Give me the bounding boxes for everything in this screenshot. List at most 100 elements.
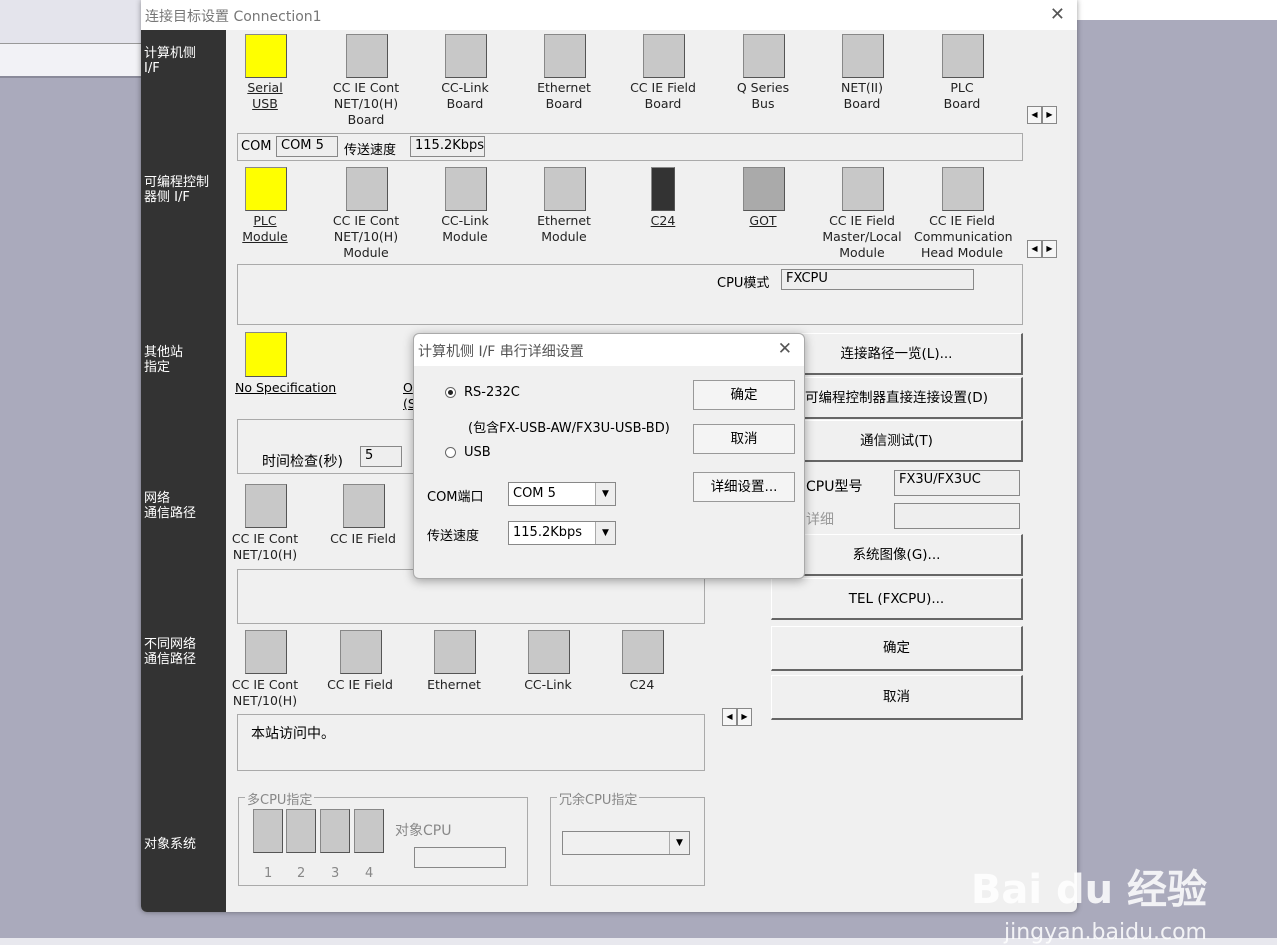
chevron-down-icon: ▼: [595, 522, 615, 544]
cancel-button[interactable]: 取消: [771, 675, 1023, 720]
pc-if-icon-3[interactable]: [544, 34, 586, 78]
network-route-icon[interactable]: [343, 484, 385, 528]
pc-if-icon-0[interactable]: [245, 34, 287, 78]
speed-value: 115.2Kbps: [513, 525, 583, 540]
section-target-system: 对象系统: [144, 837, 197, 852]
plc-if-label[interactable]: C24: [615, 213, 711, 229]
route-list-button[interactable]: 连接路径一览(L)...: [771, 333, 1023, 375]
direct-connection-button[interactable]: 可编程控制器直接连接设置(D): [771, 377, 1023, 419]
plc-if-label[interactable]: GOT: [715, 213, 811, 229]
cpu-slot-2[interactable]: [286, 809, 316, 853]
pc-if-icon-5[interactable]: [743, 34, 785, 78]
plc-if-label[interactable]: CC IE Field Communication Head Module: [914, 213, 1013, 261]
redundant-cpu-select[interactable]: ▼: [562, 831, 690, 855]
chevron-down-icon: ▼: [595, 483, 615, 505]
plc-if-label[interactable]: Ethernet Module: [516, 213, 612, 245]
pc-if-label[interactable]: CC-Link Board: [417, 80, 513, 112]
pc-if-label[interactable]: Ethernet Board: [516, 80, 612, 112]
plc-if-icon-2[interactable]: [445, 167, 487, 211]
diff-network-icon[interactable]: [434, 630, 476, 674]
diff-network-label[interactable]: Ethernet: [406, 677, 502, 693]
com-port-value: COM 5: [513, 486, 556, 501]
pc-if-icon-2[interactable]: [445, 34, 487, 78]
cpu-mode-value: FXCPU: [781, 269, 974, 290]
no-specification-label[interactable]: No Specification: [235, 380, 336, 395]
network-route-label[interactable]: CC IE Cont NET/10(H): [217, 531, 313, 563]
cpu-slot-1[interactable]: [253, 809, 283, 853]
diff-network-scroll[interactable]: ◀ ▶: [722, 708, 752, 726]
speed-label: 传送速度: [427, 529, 480, 544]
plc-if-icon-3[interactable]: [544, 167, 586, 211]
ok-button[interactable]: 确定: [771, 626, 1023, 671]
background-strip: [1077, 0, 1277, 20]
speed-select[interactable]: 115.2Kbps ▼: [508, 521, 616, 545]
pc-if-scroll[interactable]: ◀ ▶: [1027, 106, 1057, 124]
section-plc-if: 可编程控制 器侧 I/F: [144, 175, 210, 205]
plc-if-icon-4[interactable]: [651, 167, 675, 211]
plc-if-label[interactable]: CC-Link Module: [417, 213, 513, 245]
plc-if-icon-1[interactable]: [346, 167, 388, 211]
diff-network-icon[interactable]: [340, 630, 382, 674]
sidebar: 计算机侧 I/F 可编程控制 器侧 I/F 其他站 指定 网络 通信路径 不同网…: [141, 30, 226, 912]
serial-settings-dialog: 计算机侧 I/F 串行详细设置 ✕ RS-232C (包含FX-USB-AW/F…: [413, 333, 805, 579]
diff-network-label[interactable]: CC-Link: [500, 677, 596, 693]
usb-label[interactable]: USB: [464, 445, 491, 460]
cpu-slot-4[interactable]: [354, 809, 384, 853]
rs232-note: (包含FX-USB-AW/FX3U-USB-BD): [468, 421, 670, 436]
cpu-slot-number: 3: [331, 866, 340, 881]
plc-if-scroll[interactable]: ◀ ▶: [1027, 240, 1057, 258]
diff-network-label[interactable]: CC IE Cont NET/10(H): [217, 677, 313, 709]
pc-if-label[interactable]: CC IE Cont NET/10(H) Board: [318, 80, 414, 128]
com-label: COM: [241, 139, 272, 154]
rs232-label[interactable]: RS-232C: [464, 385, 520, 400]
system-image-button[interactable]: 系统图像(G)...: [771, 534, 1023, 576]
connection-test-button[interactable]: 通信测试(T): [771, 420, 1023, 462]
network-route-label[interactable]: CC IE Field: [315, 531, 411, 547]
diff-network-icon[interactable]: [622, 630, 664, 674]
pc-if-label[interactable]: Q Series Bus: [715, 80, 811, 112]
usb-radio[interactable]: [445, 447, 456, 458]
dialog-detail-button[interactable]: 详细设置...: [693, 472, 795, 502]
pc-if-label[interactable]: Serial USB: [217, 80, 313, 112]
plc-if-icon-7[interactable]: [942, 167, 984, 211]
plc-if-icon-6[interactable]: [842, 167, 884, 211]
time-check-input[interactable]: 5: [360, 446, 402, 467]
com-value: COM 5: [276, 136, 338, 157]
speed-label: 传送速度: [344, 143, 397, 158]
pc-if-label[interactable]: NET(II) Board: [814, 80, 910, 112]
diff-network-icon[interactable]: [528, 630, 570, 674]
network-route-icon[interactable]: [245, 484, 287, 528]
plc-if-label[interactable]: CC IE Cont NET/10(H) Module: [318, 213, 414, 261]
pc-if-icon-4[interactable]: [643, 34, 685, 78]
plc-if-icon-5[interactable]: [743, 167, 785, 211]
rs232-radio[interactable]: [445, 387, 456, 398]
dialog-ok-button[interactable]: 确定: [693, 380, 795, 410]
detail-value: [894, 503, 1020, 529]
close-icon[interactable]: ✕: [1050, 4, 1065, 25]
tel-button[interactable]: TEL (FXCPU)...: [771, 578, 1023, 620]
pc-if-label[interactable]: CC IE Field Board: [615, 80, 711, 112]
plc-if-label[interactable]: CC IE Field Master/Local Module: [814, 213, 910, 261]
plc-if-icon-0[interactable]: [245, 167, 287, 211]
window-title: 连接目标设置 Connection1: [141, 0, 1077, 30]
pc-if-icon-7[interactable]: [942, 34, 984, 78]
diff-network-label[interactable]: C24: [594, 677, 690, 693]
diff-network-label[interactable]: CC IE Field: [312, 677, 408, 693]
status-text: 本站访问中。: [251, 726, 335, 742]
app-toolbar: [0, 0, 141, 44]
com-port-select[interactable]: COM 5 ▼: [508, 482, 616, 506]
dialog-cancel-button[interactable]: 取消: [693, 424, 795, 454]
section-network: 网络 通信路径: [144, 491, 197, 521]
pc-if-icon-1[interactable]: [346, 34, 388, 78]
pc-if-label[interactable]: PLC Board: [914, 80, 1010, 112]
dialog-close-icon[interactable]: ✕: [778, 339, 792, 359]
pc-if-icon-6[interactable]: [842, 34, 884, 78]
diff-network-icon[interactable]: [245, 630, 287, 674]
plc-if-label[interactable]: PLC Module: [217, 213, 313, 245]
no-specification-icon[interactable]: [245, 332, 287, 377]
other-station-option[interactable]: O: [403, 380, 413, 395]
cpu-slot-3[interactable]: [320, 809, 350, 853]
section-other-station: 其他站 指定: [144, 345, 184, 375]
detail-label: 详细: [806, 512, 834, 528]
multi-cpu-title: 多CPU指定: [245, 789, 315, 808]
